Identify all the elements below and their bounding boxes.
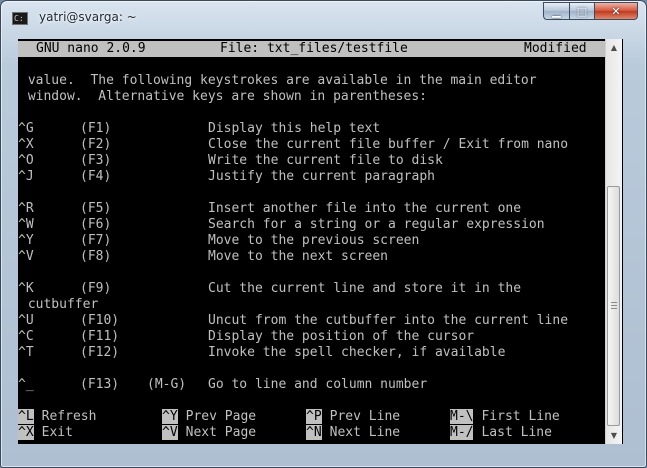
nano-header: GNU nano 2.0.9 File: txt_files/testfile … [18, 41, 605, 57]
shortcut-key: ^L [18, 409, 34, 424]
minimize-button[interactable]: ▁ [543, 2, 569, 20]
shortcut-label: Prev Line [329, 409, 401, 424]
help-key: ^U [18, 313, 34, 328]
help-function-key: (F3) [80, 153, 112, 168]
help-function-key: (F9) [80, 281, 112, 296]
shortcut-item[interactable]: M-\ First Line [450, 409, 560, 425]
help-key: ^G [18, 121, 34, 136]
help-wrap-line: cutbuffer [20, 297, 99, 312]
shortcut-item[interactable]: ^N Next Line [306, 425, 400, 441]
help-description: Display the position of the cursor [208, 329, 475, 344]
help-key: ^Y [18, 233, 34, 248]
shortcut-label: Next Line [329, 425, 401, 440]
help-key: ^_ [18, 377, 34, 392]
title-bar[interactable]: C: yatri@svarga: ~ ▁ □ ✕ [1, 1, 646, 35]
shortcut-key: ^P [306, 409, 322, 424]
help-function-key: (F4) [80, 169, 112, 184]
help-function-key: (F8) [80, 249, 112, 264]
help-key: ^R [18, 201, 34, 216]
help-description: Move to the next screen [208, 249, 389, 264]
shortcut-key: M-\ [450, 409, 474, 424]
shortcut-item[interactable]: M-/ Last Line [450, 425, 552, 441]
help-description: Invoke the spell checker, if available [208, 345, 506, 360]
help-function-key: (F10) [80, 313, 120, 328]
shortcut-label: Exit [41, 425, 73, 440]
shortcut-item[interactable]: ^V Next Page [162, 425, 256, 441]
nano-modified-status: Modified [524, 41, 587, 56]
help-function-key: (F2) [80, 137, 112, 152]
shortcut-key: ^N [306, 425, 322, 440]
help-description: Cut the current line and store it in the [208, 281, 522, 296]
help-key: ^V [18, 249, 34, 264]
help-key: ^K [18, 281, 34, 296]
shortcut-item[interactable]: ^L Refresh [18, 409, 96, 425]
help-description: Write the current file to disk [208, 153, 443, 168]
close-button[interactable]: ✕ [594, 2, 638, 20]
scroll-down-arrow-icon[interactable]: ▼ [606, 427, 622, 444]
shortcut-item[interactable]: ^X Exit [18, 425, 73, 441]
help-key: ^O [18, 153, 34, 168]
terminal-app-icon[interactable]: C: [12, 12, 28, 25]
nano-version: GNU nano 2.0.9 [36, 41, 146, 56]
shortcut-key: ^V [162, 425, 178, 440]
nano-filename: File: txt_files/testfile [220, 41, 408, 56]
shortcut-key: M-/ [450, 425, 474, 440]
help-intro-line: value. The following keystrokes are avai… [20, 73, 537, 88]
help-description: Justify the current paragraph [208, 169, 435, 184]
help-description: Move to the previous screen [208, 233, 420, 248]
shortcut-label: Next Page [185, 425, 257, 440]
shortcut-item[interactable]: ^Y Prev Page [162, 409, 256, 425]
scroll-up-arrow-icon[interactable]: ▲ [606, 39, 622, 56]
help-description: Uncut from the cutbuffer into the curren… [208, 313, 569, 328]
help-function-key: (F13) [80, 377, 120, 392]
help-key: ^W [18, 217, 34, 232]
maximize-button[interactable]: □ [569, 2, 594, 20]
help-intro-line: window. Alternative keys are shown in pa… [20, 89, 427, 104]
shortcut-label: Prev Page [185, 409, 257, 424]
window-title: yatri@svarga: ~ [39, 10, 137, 24]
help-function-key: (F12) [80, 345, 120, 360]
shortcut-item[interactable]: ^P Prev Line [306, 409, 400, 425]
terminal-screen[interactable]: GNU nano 2.0.9 File: txt_files/testfile … [18, 39, 623, 444]
help-description: Search for a string or a regular express… [208, 217, 545, 232]
help-description: Go to line and column number [208, 377, 428, 392]
shortcut-label: Last Line [481, 425, 552, 440]
help-key: ^J [18, 169, 34, 184]
help-function-key: (F6) [80, 217, 112, 232]
help-key: ^X [18, 137, 34, 152]
help-function-key: (F1) [80, 121, 112, 136]
vertical-scrollbar[interactable]: ▲ ▼ [605, 39, 622, 444]
shortcut-label: First Line [481, 409, 560, 424]
window-controls: ▁ □ ✕ [543, 2, 638, 21]
help-key: ^C [18, 329, 34, 344]
shortcut-label: Refresh [41, 409, 97, 424]
help-description: Display this help text [208, 121, 381, 136]
help-function-key: (F11) [80, 329, 120, 344]
help-description: Insert another file into the current one [208, 201, 522, 216]
help-function-key: (F5) [80, 201, 112, 216]
help-alt-key: (M-G) [147, 377, 187, 392]
shortcut-key: ^X [18, 425, 34, 440]
terminal-window: C: yatri@svarga: ~ ▁ □ ✕ GNU nano 2.0.9 … [0, 0, 647, 468]
grip-icon [611, 302, 617, 310]
scrollbar-thumb[interactable] [607, 186, 620, 426]
help-key: ^T [18, 345, 34, 360]
shortcut-key: ^Y [162, 409, 178, 424]
help-function-key: (F7) [80, 233, 112, 248]
help-description: Close the current file buffer / Exit fro… [208, 137, 569, 152]
